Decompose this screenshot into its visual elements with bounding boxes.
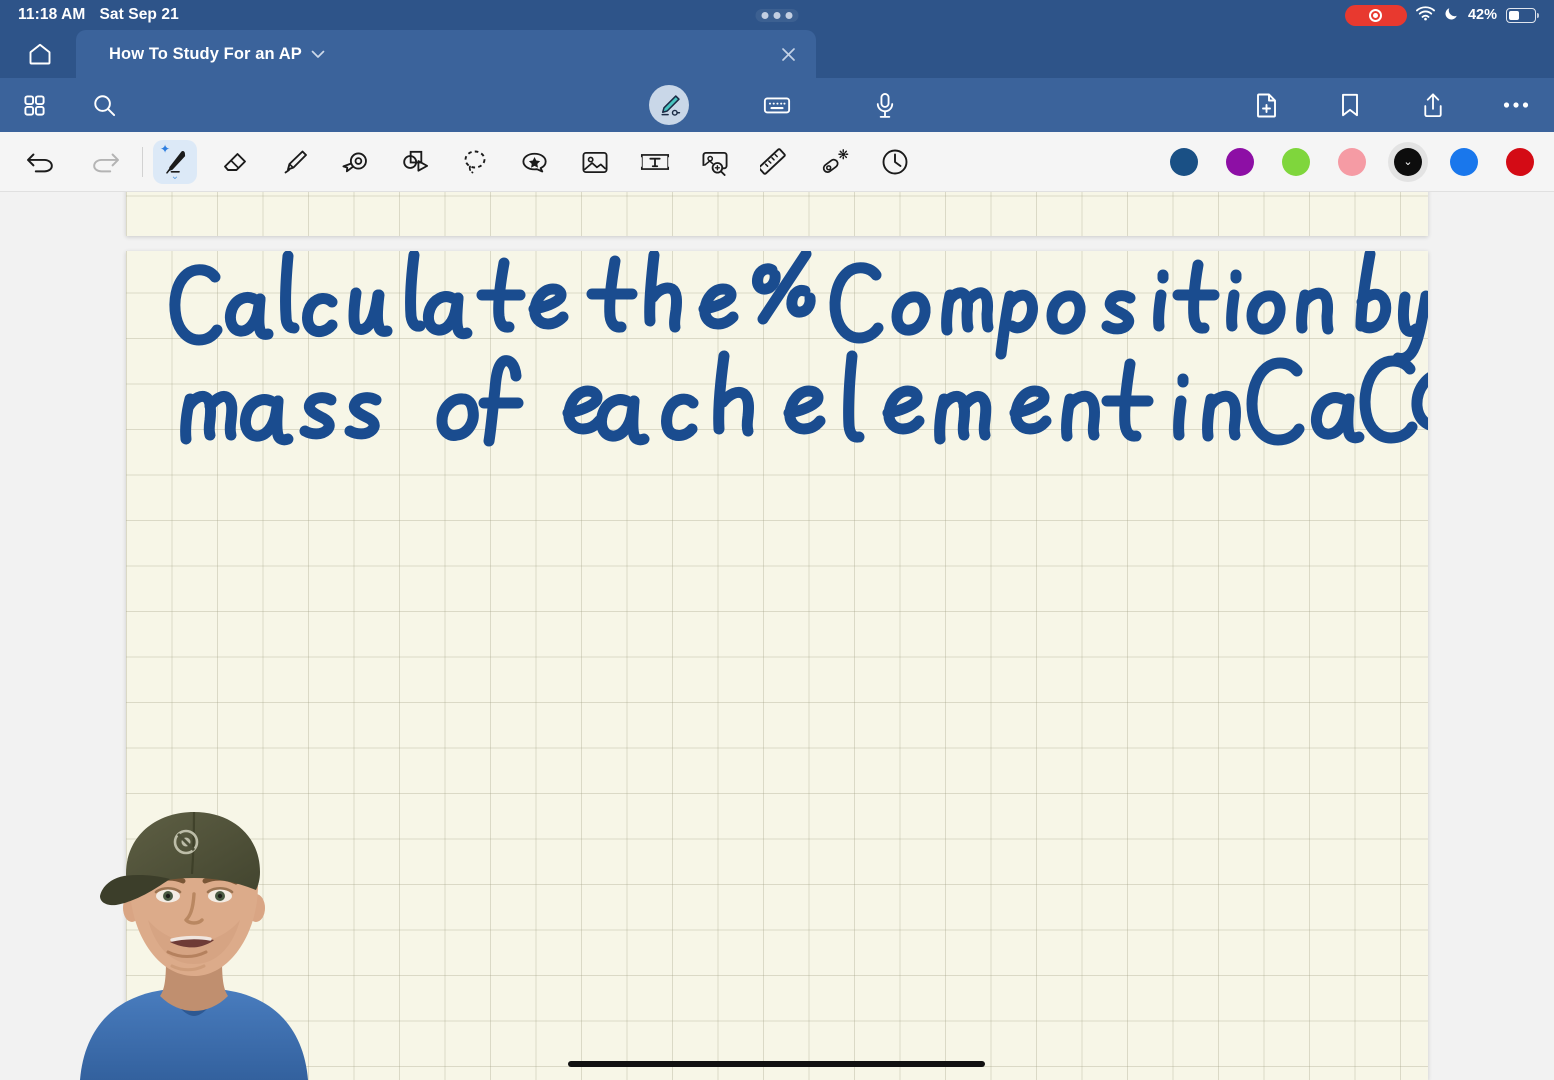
handwriting-ink-layer	[169, 251, 1428, 447]
note-canvas[interactable]	[0, 192, 1554, 1080]
home-indicator[interactable]	[568, 1061, 985, 1067]
pen-tool-icon[interactable]: ✦ ⌄	[153, 140, 197, 184]
share-icon[interactable]	[1413, 85, 1453, 125]
eraser-tool-icon[interactable]	[213, 140, 257, 184]
tools-group: ✦ ⌄	[153, 140, 917, 184]
home-icon[interactable]	[20, 36, 60, 72]
document-tab[interactable]: How To Study For an AP	[76, 30, 816, 78]
record-ring	[1369, 8, 1383, 22]
color-swatch-blue[interactable]	[1450, 148, 1478, 176]
color-swatch-black[interactable]: ⌄	[1394, 148, 1422, 176]
wifi-icon	[1416, 5, 1435, 25]
toolbar-divider	[142, 147, 143, 177]
microphone-icon[interactable]	[865, 85, 905, 125]
moon-icon	[1444, 6, 1459, 25]
sticker-tool-icon[interactable]	[513, 140, 557, 184]
color-options-chevron-icon[interactable]: ⌄	[1403, 156, 1412, 168]
color-swatch-green[interactable]	[1282, 148, 1310, 176]
chevron-down-icon[interactable]	[311, 50, 325, 59]
text-box-tool-icon[interactable]	[633, 140, 677, 184]
status-time: 11:18 AM	[18, 6, 86, 23]
nav-left-group	[14, 85, 124, 125]
more-options-icon[interactable]	[1496, 85, 1536, 125]
washi-tape-tool-icon[interactable]	[333, 140, 377, 184]
redo-icon[interactable]	[84, 140, 128, 184]
close-icon[interactable]	[778, 44, 798, 64]
battery-percent-label: 42%	[1467, 7, 1497, 23]
shapes-tool-icon[interactable]	[393, 140, 437, 184]
multitask-dot-2	[773, 11, 781, 19]
highlighter-tool-icon[interactable]	[273, 140, 317, 184]
ruler-tool-icon[interactable]	[753, 140, 797, 184]
ipad-goodnotes-screen: 11:18 AM Sat Sep 21 42% How To Study For…	[0, 0, 1554, 1080]
battery-fill	[1509, 10, 1520, 20]
status-bar-right: 42%	[1344, 4, 1539, 26]
timer-tool-icon[interactable]	[873, 140, 917, 184]
color-swatch-pink[interactable]	[1338, 148, 1366, 176]
status-bar-left: 11:18 AM Sat Sep 21	[18, 6, 179, 24]
keyboard-icon[interactable]	[757, 85, 797, 125]
multitask-dots-handle[interactable]	[755, 8, 799, 22]
current-page-sheet[interactable]	[126, 251, 1428, 1080]
search-icon[interactable]	[84, 85, 124, 125]
multitask-dot-3	[785, 11, 793, 19]
status-date: Sat Sep 21	[99, 6, 179, 23]
laser-pointer-tool-icon[interactable]	[813, 140, 857, 184]
pen-options-chevron-icon[interactable]: ⌄	[171, 172, 179, 182]
nav-center-group	[649, 85, 905, 125]
multitask-dot-1	[761, 11, 769, 19]
status-bar: 11:18 AM Sat Sep 21 42%	[0, 0, 1554, 30]
drawing-tool-bar: ✦ ⌄ ⌄	[0, 132, 1554, 192]
history-group	[18, 140, 128, 184]
record-dot	[1373, 12, 1379, 18]
bluetooth-badge-icon: ✦	[160, 142, 171, 156]
previous-page-sheet	[126, 192, 1428, 236]
tab-title: How To Study For an AP	[109, 44, 302, 63]
nav-right-group	[1247, 85, 1536, 125]
record-indicator-icon[interactable]	[1344, 4, 1407, 26]
lasso-select-tool-icon[interactable]	[453, 140, 497, 184]
grid-view-icon[interactable]	[14, 85, 54, 125]
app-nav-bar	[0, 78, 1554, 132]
bookmark-icon[interactable]	[1330, 85, 1370, 125]
screenshot-tool-icon[interactable]	[693, 140, 737, 184]
tab-bar: How To Study For an AP	[0, 30, 1554, 78]
pen-mode-icon[interactable]	[649, 85, 689, 125]
color-swatch-navy[interactable]	[1170, 148, 1198, 176]
battery-icon	[1506, 7, 1539, 23]
color-palette: ⌄	[1170, 148, 1534, 176]
color-swatch-purple[interactable]	[1226, 148, 1254, 176]
undo-icon[interactable]	[18, 140, 62, 184]
image-tool-icon[interactable]	[573, 140, 617, 184]
new-page-icon[interactable]	[1247, 85, 1287, 125]
color-swatch-red[interactable]	[1506, 148, 1534, 176]
